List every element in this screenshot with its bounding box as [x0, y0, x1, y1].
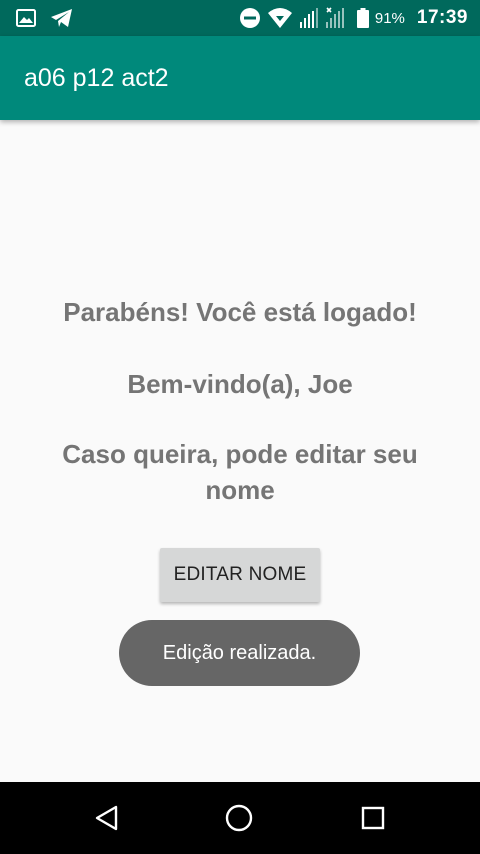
do-not-disturb-icon [239, 7, 261, 29]
main-content: Parabéns! Você está logado! Bem-vindo(a)… [0, 120, 480, 782]
telegram-icon [50, 8, 74, 28]
app-bar: a06 p12 act2 [0, 36, 480, 120]
battery-icon [356, 8, 369, 28]
status-bar: 91% 17:39 [0, 0, 480, 36]
navigation-bar [0, 782, 480, 854]
signal-no-sim-icon [325, 7, 345, 29]
app-title: a06 p12 act2 [24, 63, 169, 92]
wifi-icon [267, 7, 293, 29]
edit-name-button[interactable]: EDITAR NOME [160, 548, 320, 602]
clock: 17:39 [416, 7, 468, 28]
home-icon[interactable] [221, 800, 257, 836]
recents-icon[interactable] [355, 800, 391, 836]
battery-percent: 91% [374, 9, 405, 27]
status-left-group [16, 8, 88, 28]
welcome-text: Bem-vindo(a), Joe [127, 369, 353, 399]
status-right-group: 91% 17:39 [233, 7, 468, 29]
edit-prompt-text: Caso queira, pode editar seu nome [62, 439, 418, 505]
signal-icon [299, 7, 319, 29]
image-icon [16, 9, 36, 27]
congrats-text: Parabéns! Você está logado! [63, 297, 417, 327]
back-icon[interactable] [89, 800, 125, 836]
toast-message: Edição realizada. [119, 620, 360, 686]
